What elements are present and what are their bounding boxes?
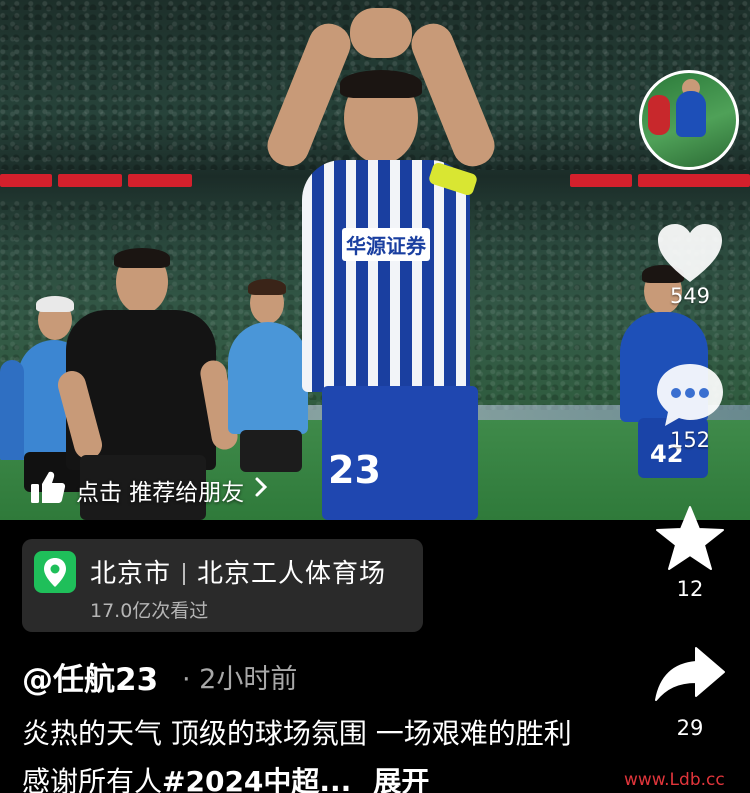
video-frame[interactable]: 华源证券 23 42	[0, 0, 750, 520]
chevron-right-icon	[254, 476, 268, 504]
like-button[interactable]: 549	[650, 222, 730, 308]
comment-count: 152	[669, 428, 711, 452]
share-count: 29	[676, 716, 704, 740]
divider	[183, 563, 186, 585]
led-board	[570, 174, 632, 187]
led-board	[638, 174, 750, 187]
author-name[interactable]: @任航23	[22, 654, 158, 699]
map-pin-icon	[34, 551, 76, 593]
watermark: www.Ldb.cc	[624, 770, 725, 790]
location-title: 北京市 北京工人体育场	[90, 553, 386, 590]
location-venue: 北京工人体育场	[197, 559, 387, 589]
jersey-number: 23	[328, 448, 381, 492]
star-icon	[650, 505, 730, 571]
hashtag-link[interactable]: #2024中超...	[162, 765, 351, 793]
post-time: · 2小时前	[182, 664, 298, 695]
led-board	[0, 174, 52, 187]
favorite-button[interactable]: 12	[650, 505, 730, 601]
author-avatar[interactable]	[639, 70, 739, 170]
share-arrow-icon	[650, 646, 730, 702]
post-caption: 炎热的天气 顶级的球场氛围 一场艰难的胜利 感谢所有人#2024中超... 展开	[22, 710, 582, 793]
thumbs-up-icon	[30, 470, 66, 510]
recommend-to-friends[interactable]: 点击 推荐给朋友	[30, 467, 268, 513]
favorite-count: 12	[676, 577, 704, 601]
led-board	[58, 174, 122, 187]
led-board	[128, 174, 192, 187]
sponsor-label: 华源证券	[342, 228, 430, 261]
heart-icon	[650, 222, 730, 284]
like-count: 549	[669, 284, 711, 308]
location-card[interactable]: 北京市 北京工人体育场 17.0亿次看过	[22, 539, 423, 632]
expand-button[interactable]: 展开	[373, 765, 429, 793]
comment-icon	[650, 362, 730, 428]
location-city: 北京市	[90, 559, 172, 589]
comment-button[interactable]: 152	[650, 362, 730, 452]
location-views: 17.0亿次看过	[90, 600, 209, 622]
recommend-label: 点击 推荐给朋友	[76, 480, 245, 506]
share-button[interactable]: 29	[650, 646, 730, 740]
